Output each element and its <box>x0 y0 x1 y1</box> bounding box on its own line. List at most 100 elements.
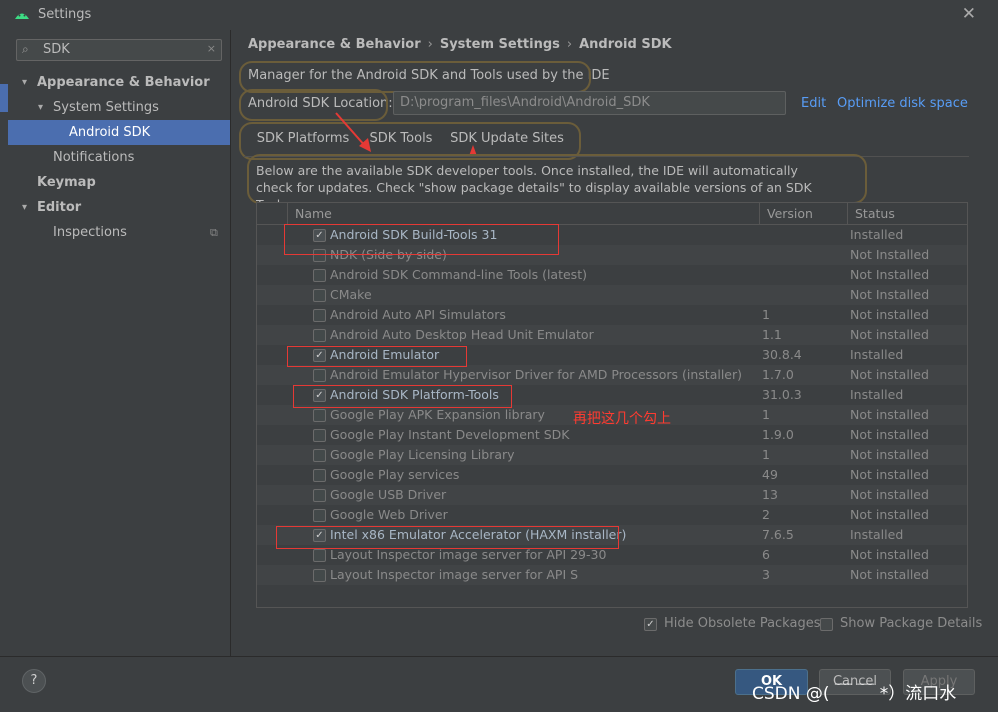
sidebar-item-system-settings[interactable]: ▾ System Settings <box>8 95 230 120</box>
dialog-footer: ? OK Cancel Apply CSDN @( ￣ ￣ *）流口水 <box>0 656 998 712</box>
show-package-details-label: Show Package Details <box>840 616 983 631</box>
search-icon: ⌕ <box>22 42 29 56</box>
chevron-down-icon: ▾ <box>22 77 28 88</box>
sdk-location-value: D:\program_files\Android\Android_SDK <box>400 95 650 110</box>
search-query: SDK <box>43 42 70 57</box>
sidebar-item-keymap[interactable]: Keymap <box>8 170 230 195</box>
row-name: CMake <box>330 287 372 302</box>
sidebar-item-appearance-behavior[interactable]: ▾ Appearance & Behavior <box>8 70 230 95</box>
row-status: Not installed <box>850 327 929 342</box>
row-version: 1 <box>762 307 770 322</box>
optimize-disk-space-link[interactable]: Optimize disk space <box>837 96 968 111</box>
table-header: Name Version Status <box>257 203 967 225</box>
checkbox-unchecked-icon[interactable] <box>313 309 326 322</box>
row-version: 49 <box>762 467 778 482</box>
row-version: 13 <box>762 487 778 502</box>
table-row[interactable]: Google USB Driver 13 Not installed <box>257 485 967 505</box>
sidebar-item-android-sdk[interactable]: Android SDK <box>8 120 230 145</box>
column-status-header[interactable]: Status <box>855 206 895 221</box>
row-version: 1.7.0 <box>762 367 794 382</box>
column-divider <box>287 203 288 224</box>
table-row[interactable]: Android Auto API Simulators 1 Not installe… <box>257 305 967 325</box>
chevron-down-icon: ▾ <box>38 102 44 113</box>
breadcrumb-system-settings: System Settings <box>439 37 560 52</box>
table-row[interactable]: Android SDK Command-line Tools (latest) N… <box>257 265 967 285</box>
sidebar-item-label: Inspections <box>53 225 127 240</box>
checkbox-unchecked-icon[interactable] <box>313 509 326 522</box>
row-status: Not installed <box>850 407 929 422</box>
column-version-header[interactable]: Version <box>767 206 813 221</box>
row-version: 1 <box>762 407 770 422</box>
row-status: Not installed <box>850 547 929 562</box>
checkbox-unchecked-icon[interactable] <box>313 489 326 502</box>
table-row[interactable]: Google Web Driver 2 Not installed <box>257 505 967 525</box>
row-version: 1.9.0 <box>762 427 794 442</box>
row-status: Not installed <box>850 427 929 442</box>
checkbox-unchecked-icon[interactable] <box>313 469 326 482</box>
annotation-note: 再把这几个勾上 <box>573 411 671 427</box>
table-row[interactable]: Google Play Licensing Library 1 Not instal… <box>257 445 967 465</box>
row-version: 1 <box>762 447 770 462</box>
sidebar-item-inspections[interactable]: Inspections ⧉ <box>8 220 230 245</box>
checkbox-unchecked-icon[interactable] <box>313 569 326 582</box>
row-name: Google USB Driver <box>330 487 447 502</box>
annotation-rect <box>284 224 559 255</box>
table-row[interactable]: Layout Inspector image server for API S 3… <box>257 565 967 585</box>
column-divider <box>847 203 848 224</box>
row-name: Google Play Licensing Library <box>330 447 515 462</box>
checkbox-unchecked-icon[interactable] <box>313 549 326 562</box>
clear-search-icon[interactable]: × <box>207 42 216 55</box>
checkbox-unchecked-icon[interactable] <box>313 449 326 462</box>
row-version: 1.1 <box>762 327 782 342</box>
row-status: Installed <box>850 527 904 542</box>
edit-link[interactable]: Edit <box>801 96 826 111</box>
row-name: Google Play Instant Development SDK <box>330 427 570 442</box>
row-name: Layout Inspector image server for API S <box>330 567 579 582</box>
close-icon[interactable]: ✕ <box>962 4 976 24</box>
breadcrumb-separator-icon: › <box>566 37 573 52</box>
settings-search-input[interactable]: ⌕ SDK × <box>16 39 222 61</box>
checkbox-unchecked-icon[interactable] <box>313 429 326 442</box>
row-version: 31.0.3 <box>762 387 802 402</box>
checkbox-unchecked-icon[interactable] <box>313 369 326 382</box>
sidebar-item-label: System Settings <box>53 100 159 115</box>
sidebar-item-label: Android SDK <box>69 125 151 140</box>
sidebar-item-editor[interactable]: ▾ Editor <box>8 195 230 220</box>
help-button[interactable]: ? <box>22 669 46 693</box>
project-scope-icon: ⧉ <box>210 226 218 239</box>
table-row[interactable]: Google Play services 49 Not installed <box>257 465 967 485</box>
checkbox-unchecked-icon[interactable] <box>313 289 326 302</box>
table-row[interactable]: Android Auto Desktop Head Unit Emulator 1… <box>257 325 967 345</box>
table-row[interactable]: Google Play Instant Development SDK 1.9.0… <box>257 425 967 445</box>
settings-sidebar: ⌕ SDK × ▾ Appearance & Behavior ▾ System… <box>8 30 230 656</box>
annotation-rect <box>293 385 512 408</box>
row-name: Google Web Driver <box>330 507 448 522</box>
chevron-down-icon: ▾ <box>22 202 28 213</box>
column-divider <box>759 203 760 224</box>
breadcrumb-appearance: Appearance & Behavior <box>248 37 421 52</box>
row-version: 6 <box>762 547 770 562</box>
annotation-rect <box>287 346 467 367</box>
checkbox-unchecked-icon[interactable] <box>313 329 326 342</box>
sidebar-item-label: Notifications <box>53 150 135 165</box>
row-version: 2 <box>762 507 770 522</box>
breadcrumb: Appearance & Behavior › System Settings › An… <box>248 37 672 52</box>
checkbox-unchecked-icon[interactable] <box>313 269 326 282</box>
hide-obsolete-label: Hide Obsolete Packages <box>664 616 821 631</box>
table-row[interactable]: CMake Not Installed <box>257 285 967 305</box>
row-status: Not installed <box>850 307 929 322</box>
column-name-header[interactable]: Name <box>295 206 332 221</box>
checkbox-checked-icon: ✓ <box>644 618 657 631</box>
row-status: Not installed <box>850 467 929 482</box>
row-version: 30.8.4 <box>762 347 802 362</box>
table-row[interactable]: Android Emulator Hypervisor Driver for A… <box>257 365 967 385</box>
checkbox-unchecked-icon <box>820 618 833 631</box>
row-name: Android Auto API Simulators <box>330 307 506 322</box>
title-bar: Settings ✕ <box>0 0 998 30</box>
row-name: Android Auto Desktop Head Unit Emulator <box>330 327 594 342</box>
checkbox-unchecked-icon[interactable] <box>313 409 326 422</box>
breadcrumb-separator-icon: › <box>427 37 433 52</box>
row-name: Google Play services <box>330 467 460 482</box>
row-status: Not Installed <box>850 247 930 262</box>
sidebar-item-notifications[interactable]: Notifications <box>8 145 230 170</box>
